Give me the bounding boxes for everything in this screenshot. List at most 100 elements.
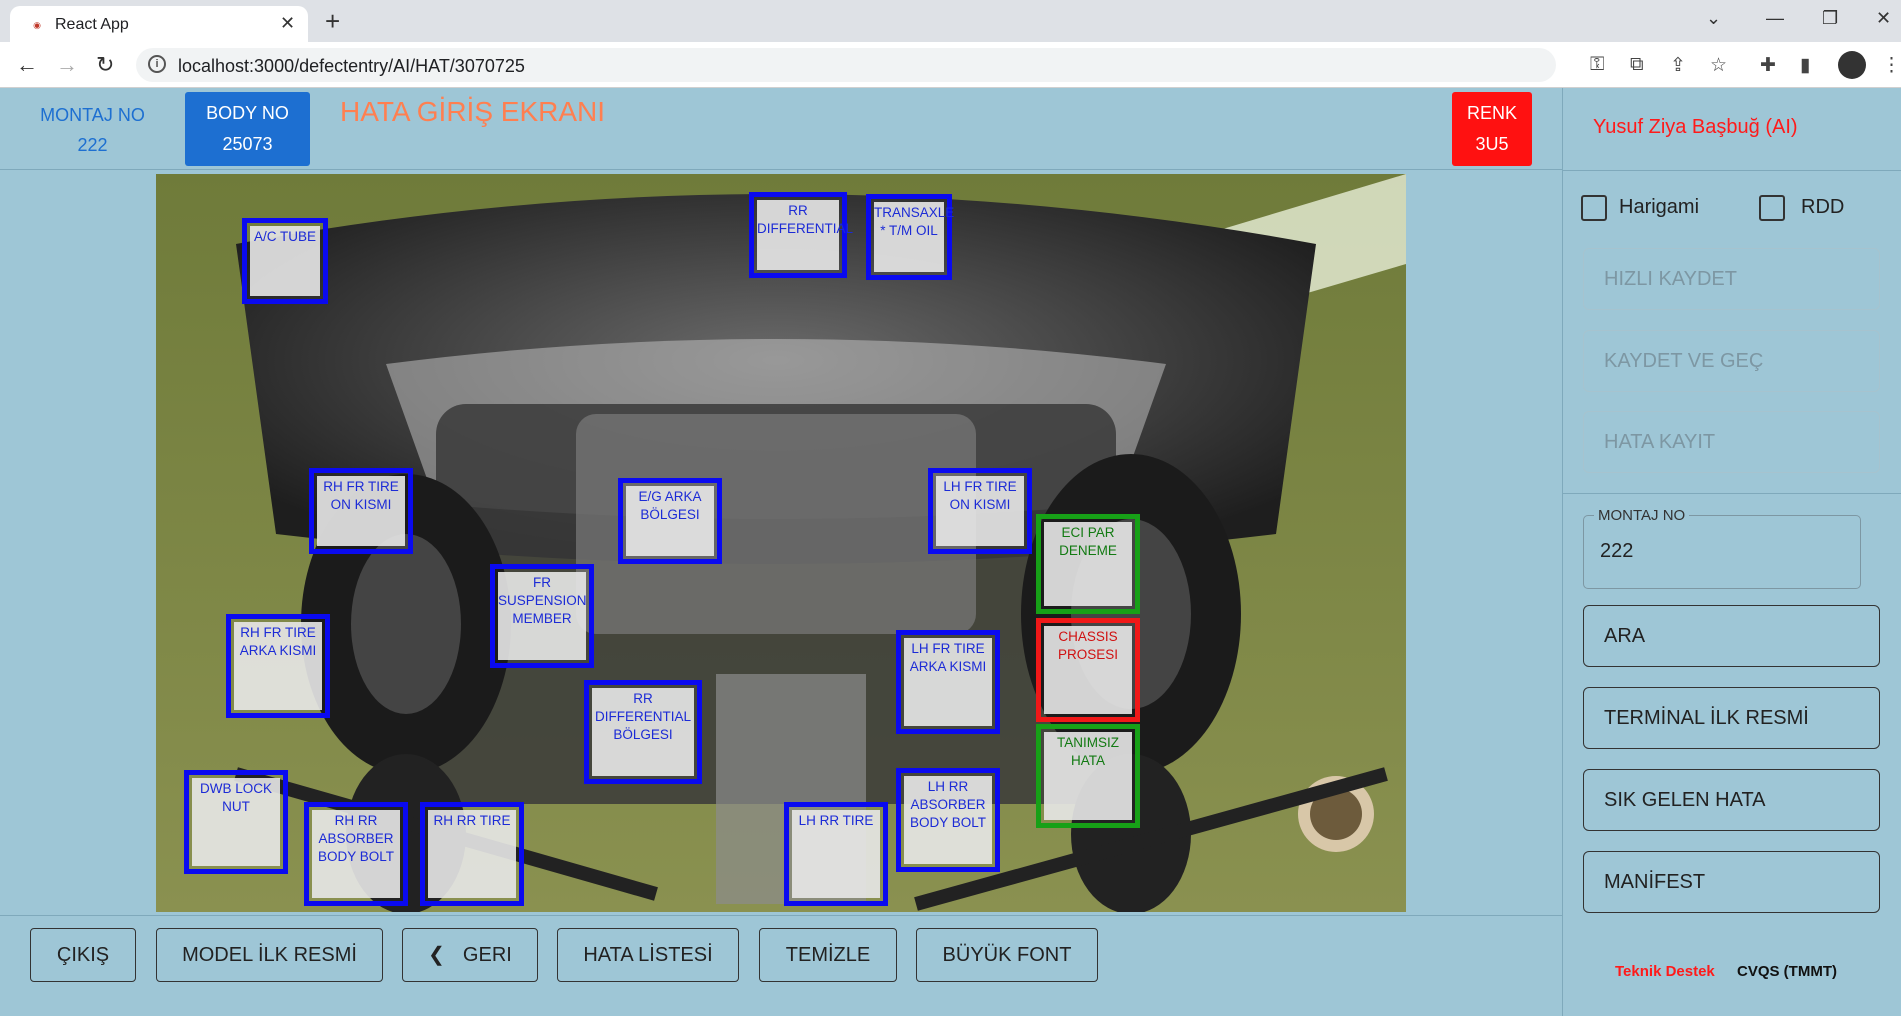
harigami-checkbox[interactable] [1581,195,1607,221]
zone-label: CHASSIS PROSESI [1044,626,1132,714]
zone-label: LH FR TIRE ON KISMI [936,476,1024,546]
side-panel-icon[interactable]: ▮ [1800,54,1810,77]
menu-kebab-icon[interactable]: ⋮ [1882,54,1901,77]
defect-list-button[interactable]: HATA LİSTESİ [557,928,739,982]
zone-dwb-lock-nut[interactable]: DWB LOCK NUT [184,770,288,874]
montaj-no-display: MONTAJ NO 222 [30,100,155,160]
big-font-button[interactable]: BÜYÜK FONT [916,928,1098,982]
zone-tanimsiz-hata[interactable]: TANIMSIZ HATA [1036,724,1140,828]
zone-eci-par-deneme[interactable]: ECI PAR DENEME [1036,514,1140,614]
zone-fr-suspension-member[interactable]: FR SUSPENSION MEMBER [490,564,594,668]
zone-rh-rr-tire[interactable]: RH RR TIRE [420,802,524,906]
close-window-icon[interactable]: ✕ [1876,8,1891,29]
zone-rh-rr-absorber-body-bolt[interactable]: RH RR ABSORBER BODY BOLT [304,802,408,906]
defect-record-button[interactable]: HATA KAYIT [1583,411,1880,473]
chevron-left-icon: ❮ [428,944,445,966]
zone-lh-fr-tire-arka-kismi[interactable]: LH FR TIRE ARKA KISMI [896,630,1000,734]
body-no-display: BODY NO 25073 [185,92,310,166]
browser-tab-bar: ◉ React App ✕ + ⌄ — ❐ ✕ [0,0,1901,42]
zone-label: RH RR TIRE [428,810,516,898]
harigami-label: Harigami [1619,196,1700,218]
model-first-image-button[interactable]: MODEL İLK RESMİ [156,928,383,982]
zone-label: RR DIFFERENTIAL [757,200,853,270]
browser-tab[interactable]: ◉ React App ✕ [10,6,308,42]
body-no-value: 25073 [222,134,273,154]
rdd-checkbox[interactable] [1759,195,1785,221]
new-tab-icon[interactable]: + [325,6,340,37]
terminal-first-image-button[interactable]: TERMİNAL İLK RESMİ [1583,687,1880,749]
renk-value: 3U5 [1475,134,1509,154]
zone-label: TANIMSIZ HATA [1044,732,1132,820]
minimize-icon[interactable]: — [1766,8,1784,29]
extensions-icon[interactable]: ✚ [1760,54,1776,77]
key-icon[interactable]: ⚿ [1590,54,1604,76]
back-arrow-icon[interactable]: ← [16,52,38,78]
address-bar: ← → ↻ i localhost:3000/defectentry/AI/HA… [0,42,1901,88]
zone-label: LH FR TIRE ARKA KISMI [904,638,992,726]
zone-rh-fr-tire-arka-kismi[interactable]: RH FR TIRE ARKA KISMI [226,614,330,718]
bookmark-star-icon[interactable]: ☆ [1710,54,1727,77]
montaj-no-input-value: 222 [1600,540,1634,562]
zone-lh-fr-tire-on-kismi[interactable]: LH FR TIRE ON KISMI [928,468,1032,554]
user-name: Yusuf Ziya Başbuğ (AI) [1593,116,1798,138]
search-button[interactable]: ARA [1583,605,1880,667]
defect-stage: A/C TUBE RR DIFFERENTIAL TRANSAXLE * T/M… [0,170,1562,915]
divider [1563,170,1901,171]
zone-rr-differential-bolgesi[interactable]: RR DIFFERENTIAL BÖLGESI [584,680,702,784]
zone-rr-differential[interactable]: RR DIFFERENTIAL [749,192,853,278]
zone-label: ECI PAR DENEME [1044,522,1132,606]
color-code-display: RENK 3U5 [1452,92,1532,166]
zone-label: LH RR ABSORBER BODY BOLT [904,776,992,864]
clear-button[interactable]: TEMİZLE [759,928,897,982]
zone-lh-rr-tire[interactable]: LH RR TIRE [784,802,888,906]
zone-label: A/C TUBE [250,226,320,296]
toyota-favicon-icon: ◉ [33,20,41,30]
zone-label: FR SUSPENSION MEMBER [498,572,587,660]
maximize-icon[interactable]: ❐ [1822,8,1838,29]
zone-chassis-prosesi[interactable]: CHASSIS PROSESI [1036,618,1140,722]
renk-label: RENK [1466,103,1517,123]
technical-support-link[interactable]: Teknik Destek [1615,963,1715,980]
tab-title: React App [55,16,129,33]
profile-avatar[interactable] [1838,51,1866,79]
close-tab-icon[interactable]: ✕ [280,13,295,34]
save-and-next-button[interactable]: KAYDET VE GEÇ [1583,330,1880,392]
site-info-icon[interactable]: i [148,55,166,73]
manifest-button[interactable]: MANİFEST [1583,851,1880,913]
footer-toolbar: ÇIKIŞ MODEL İLK RESMİ ❮ GERI HATA LİSTESİ… [0,915,1562,1016]
zone-lh-rr-absorber-body-bolt[interactable]: LH RR ABSORBER BODY BOLT [896,768,1000,872]
vehicle-underbody-image[interactable]: A/C TUBE RR DIFFERENTIAL TRANSAXLE * T/M… [156,174,1406,912]
page-title: HATA GİRİŞ EKRANI [340,96,606,127]
montaj-no-label: MONTAJ NO [40,105,145,125]
reload-icon[interactable]: ↻ [96,52,114,78]
zone-eg-arka-bolgesi[interactable]: E/G ARKA BÖLGESI [618,478,722,564]
montaj-no-field[interactable]: MONTAJ NO 222 [1583,507,1861,589]
tab-search-icon[interactable]: ⌄ [1706,8,1721,29]
zone-label: RH FR TIRE ON KISMI [317,476,405,546]
zone-label: RH FR TIRE ARKA KISMI [234,622,322,710]
back-button[interactable]: ❮ GERI [402,928,538,982]
zone-label: E/G ARKA BÖLGESI [626,486,714,556]
zone-label: DWB LOCK NUT [192,778,280,866]
zone-label: RR DIFFERENTIAL BÖLGESI [592,688,694,776]
app-root: MONTAJ NO 222 BODY NO 25073 HATA GİRİŞ E… [0,88,1901,1016]
divider [1563,493,1901,494]
zone-label: TRANSAXLE * T/M OIL [874,202,954,272]
translate-icon[interactable]: ⧉ [1630,54,1644,76]
zone-ac-tube[interactable]: A/C TUBE [242,218,328,304]
share-icon[interactable]: ⇪ [1670,54,1686,77]
url-field[interactable]: i localhost:3000/defectentry/AI/HAT/3070… [136,48,1556,82]
zone-label: RH RR ABSORBER BODY BOLT [312,810,400,898]
brand-label: CVQS (TMMT) [1737,963,1837,980]
zone-rh-fr-tire-on-kismi[interactable]: RH FR TIRE ON KISMI [309,468,413,554]
zone-transaxle-tm-oil[interactable]: TRANSAXLE * T/M OIL [866,194,954,280]
quick-save-button[interactable]: HIZLI KAYDET [1583,248,1880,310]
right-panel: Yusuf Ziya Başbuğ (AI) Harigami RDD HIZL… [1562,88,1901,1016]
rdd-label: RDD [1801,196,1845,218]
url-text: localhost:3000/defectentry/AI/HAT/307072… [178,56,525,76]
header-bar: MONTAJ NO 222 BODY NO 25073 HATA GİRİŞ E… [0,88,1562,170]
frequent-defect-button[interactable]: SIK GELEN HATA [1583,769,1880,831]
forward-arrow-icon[interactable]: → [56,52,78,78]
exit-button[interactable]: ÇIKIŞ [30,928,136,982]
body-no-label: BODY NO [206,103,289,123]
